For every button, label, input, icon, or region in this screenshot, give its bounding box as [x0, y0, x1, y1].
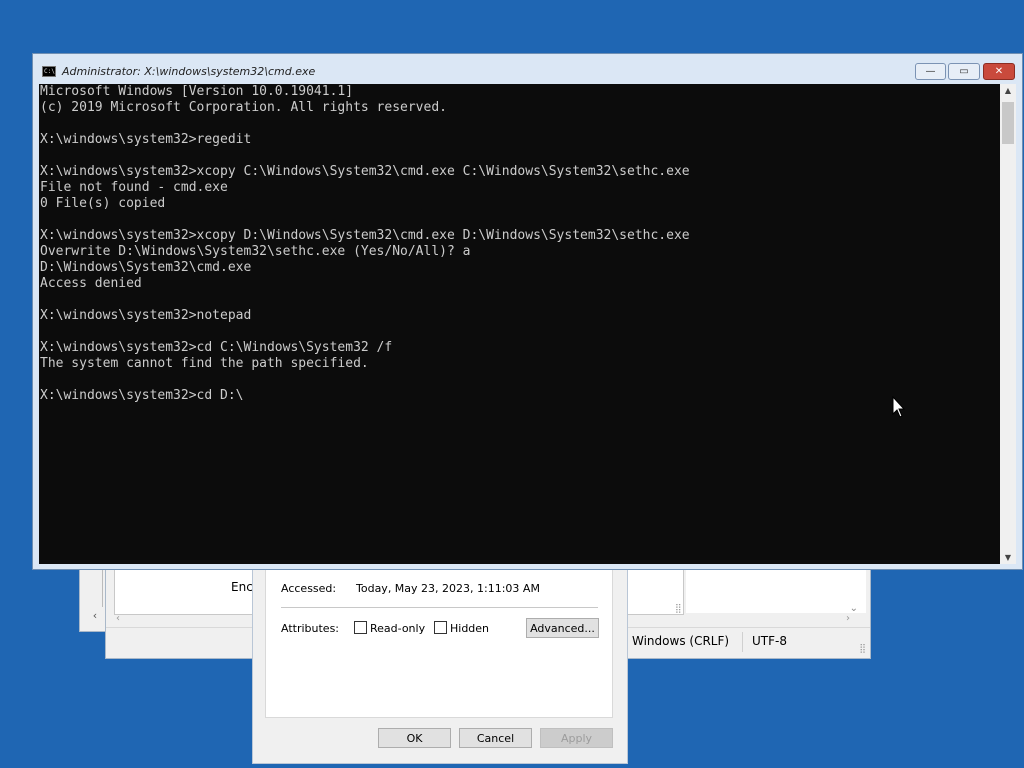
advanced-button[interactable]: Advanced... — [526, 618, 599, 638]
status-separator — [742, 632, 743, 652]
console-line: Overwrite D:\Windows\System32\sethc.exe … — [40, 244, 471, 259]
accessed-label: Accessed: — [281, 582, 337, 595]
properties-dialog: Accessed: Today, May 23, 2023, 1:11:03 A… — [252, 556, 628, 764]
console-line: X:\windows\system32>xcopy C:\Windows\Sys… — [40, 164, 690, 179]
status-line-ending: Windows (CRLF) — [632, 634, 730, 648]
console-line: (c) 2019 Microsoft Corporation. All righ… — [40, 100, 447, 115]
close-icon: ✕ — [994, 66, 1004, 77]
console-line: D:\Windows\System32\cmd.exe — [40, 260, 252, 275]
readonly-checkbox[interactable] — [354, 621, 367, 634]
hidden-checkbox[interactable] — [434, 621, 447, 634]
minimize-icon: — — [925, 66, 936, 77]
maximize-icon: ▭ — [959, 66, 969, 77]
hidden-label[interactable]: Hidden — [450, 622, 489, 635]
mouse-pointer-icon — [892, 396, 906, 418]
console-line: X:\windows\system32>xcopy D:\Windows\Sys… — [40, 228, 690, 243]
attributes-label: Attributes: — [281, 622, 340, 635]
console-text: Microsoft Windows [Version 10.0.19041.1]… — [39, 84, 1000, 404]
maximize-button[interactable]: ▭ — [948, 63, 980, 80]
minimize-button[interactable]: — — [915, 63, 946, 80]
scroll-left-icon[interactable]: ‹ — [116, 613, 120, 624]
scroll-down-arrow-icon[interactable]: ▼ — [1000, 553, 1016, 562]
console-output[interactable]: Microsoft Windows [Version 10.0.19041.1]… — [39, 84, 1000, 564]
console-line: Microsoft Windows [Version 10.0.19041.1] — [40, 84, 354, 99]
console-line: X:\windows\system32>notepad — [40, 308, 252, 323]
scroll-left-arrow-icon[interactable]: ‹ — [88, 609, 102, 623]
resize-grip-icon[interactable]: ⣿ — [859, 644, 866, 654]
status-encoding: UTF-8 — [752, 634, 787, 648]
cmd-window: C:\ Administrator: X:\windows\system32\c… — [32, 53, 1023, 570]
notepad-text-area[interactable]: ⌄ — [686, 563, 866, 614]
resize-grip-icon[interactable]: ⣿ — [675, 604, 682, 614]
console-line: File not found - cmd.exe — [40, 180, 228, 195]
console-line: X:\windows\system32>cd D:\ — [40, 388, 244, 403]
cmd-icon[interactable]: C:\ — [42, 66, 56, 77]
scroll-down-arrow-icon[interactable]: ⌄ — [850, 603, 858, 614]
cmd-icon-label: C:\ — [44, 68, 55, 75]
divider — [281, 607, 598, 608]
console-line: X:\windows\system32>regedit — [40, 132, 252, 147]
readonly-label[interactable]: Read-only — [370, 622, 425, 635]
cancel-button[interactable]: Cancel — [459, 728, 532, 748]
console-line: The system cannot find the path specifie… — [40, 356, 369, 371]
vertical-scrollbar[interactable]: ▲ ▼ — [1000, 84, 1016, 564]
properties-panel: Accessed: Today, May 23, 2023, 1:11:03 A… — [265, 557, 613, 718]
title-bar[interactable]: C:\ Administrator: X:\windows\system32\c… — [33, 54, 1022, 84]
apply-button: Apply — [540, 728, 613, 748]
ok-button[interactable]: OK — [378, 728, 451, 748]
window-title: Administrator: X:\windows\system32\cmd.e… — [62, 65, 316, 78]
scroll-right-icon[interactable]: › — [846, 613, 850, 624]
console-line: 0 File(s) copied — [40, 196, 166, 211]
close-button[interactable]: ✕ — [983, 63, 1015, 80]
accessed-value: Today, May 23, 2023, 1:11:03 AM — [356, 582, 540, 595]
console-line: X:\windows\system32>cd C:\Windows\System… — [40, 340, 393, 355]
scroll-thumb[interactable] — [1002, 102, 1014, 144]
console-line: Access denied — [40, 276, 142, 291]
scroll-up-arrow-icon[interactable]: ▲ — [1000, 86, 1016, 95]
